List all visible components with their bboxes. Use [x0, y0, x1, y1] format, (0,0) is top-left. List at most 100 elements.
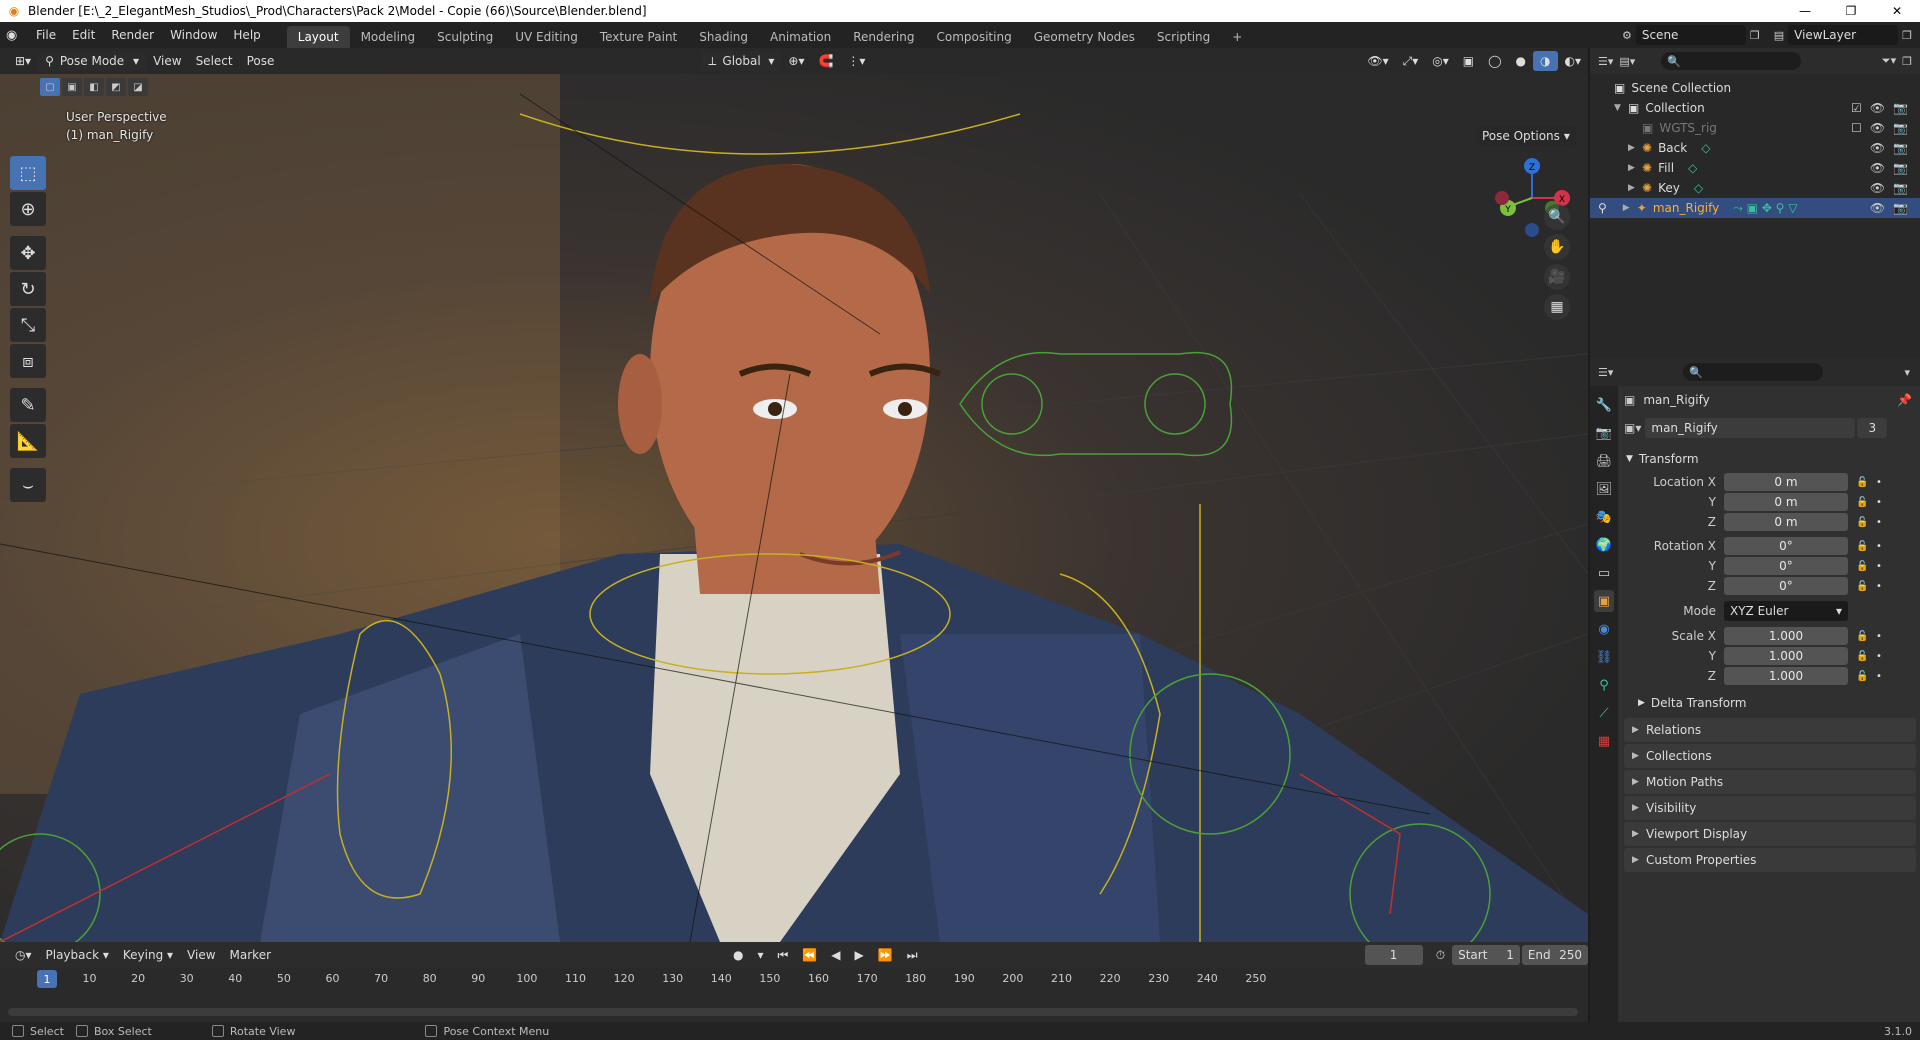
visibility-icon[interactable]: 👁▾ — [1360, 51, 1395, 71]
object-tab-icon[interactable]: ▣ — [1594, 590, 1614, 612]
timeline-view-menu[interactable]: View — [180, 945, 222, 965]
outliner-search-input[interactable]: 🔍 — [1661, 52, 1802, 70]
expand-arrow-icon[interactable]: ▶ — [1628, 143, 1642, 153]
camera-icon[interactable]: 📷 — [1893, 141, 1908, 155]
lock-icon[interactable]: 🔓 — [1856, 477, 1868, 488]
datablock-name-field[interactable]: man_Rigify — [1645, 418, 1856, 438]
lock-icon[interactable]: 🔓 — [1856, 497, 1868, 508]
expand-arrow-icon[interactable]: ▶ — [1623, 203, 1637, 213]
scale-z-field[interactable]: 1.000 — [1724, 667, 1848, 685]
measure-tool-icon[interactable]: 📐 — [10, 424, 46, 458]
outliner-row-scene-collection[interactable]: ▣ Scene Collection — [1590, 78, 1920, 98]
tab-uv-editing[interactable]: UV Editing — [504, 26, 589, 48]
tool-tab-icon[interactable]: 🔧 — [1594, 394, 1614, 416]
bone-tab-icon[interactable]: ⟋ — [1594, 702, 1614, 724]
tab-modeling[interactable]: Modeling — [350, 26, 427, 48]
scene-field[interactable]: Scene — [1635, 25, 1746, 45]
select-box-tool-icon[interactable]: ⬚ — [10, 156, 46, 190]
keyframe-dot-icon[interactable]: • — [1876, 541, 1882, 552]
keyframe-dot-icon[interactable]: • — [1876, 631, 1882, 642]
minimize-button[interactable]: — — [1782, 0, 1828, 22]
jump-end-icon[interactable]: ⏭ — [900, 945, 925, 965]
lock-icon[interactable]: 🔓 — [1856, 671, 1868, 682]
location-z-field[interactable]: 0 m — [1724, 513, 1848, 531]
checkbox-icon[interactable]: ☐ — [1851, 121, 1862, 135]
timeline-ruler[interactable]: 10 20 30 40 50 60 70 80 90 100 110 120 130 140 150 160 1… — [0, 970, 1588, 990]
scale-y-field[interactable]: 1.000 — [1724, 647, 1848, 665]
jump-keyframe-back-icon[interactable]: ⏪ — [795, 945, 824, 965]
outliner-row-fill[interactable]: ▶ ✺ Fill ◇ 👁 📷 — [1590, 158, 1920, 178]
blender-menu-icon[interactable]: ◉ — [6, 28, 28, 43]
play-icon[interactable]: ▶ — [848, 945, 871, 965]
material-shading-icon[interactable]: ◑ — [1533, 51, 1558, 71]
users-count[interactable]: 3 — [1857, 418, 1888, 438]
texture-tab-icon[interactable]: ▦ — [1594, 730, 1614, 752]
lock-icon[interactable]: 🔓 — [1856, 581, 1868, 592]
close-button[interactable]: ✕ — [1874, 0, 1920, 22]
menu-help[interactable]: Help — [225, 22, 268, 48]
relations-panel[interactable]: ▶ Relations — [1624, 718, 1916, 742]
new-view-layer-icon[interactable]: ❐ — [1902, 29, 1912, 42]
xray-icon[interactable]: ▣ — [1456, 51, 1481, 71]
orientation-selector[interactable]: ⟂ Global ▾ — [701, 51, 782, 71]
keyframe-dot-icon[interactable]: • — [1876, 671, 1882, 682]
expand-arrow-icon[interactable]: ▶ — [1628, 163, 1642, 173]
tab-animation[interactable]: Animation — [759, 26, 842, 48]
playback-menu[interactable]: Playback ▾ — [39, 945, 116, 965]
camera-icon[interactable]: 📷 — [1893, 121, 1908, 135]
location-y-field[interactable]: 0 m — [1724, 493, 1848, 511]
physics-tab-icon[interactable]: ◉ — [1594, 618, 1614, 640]
rotation-mode-dropdown[interactable]: XYZ Euler ▾ — [1724, 601, 1848, 621]
select-menu[interactable]: Select — [189, 51, 240, 71]
rotation-z-field[interactable]: 0° — [1724, 577, 1848, 595]
collection-tab-icon[interactable]: ▭ — [1594, 562, 1614, 584]
expand-arrow-icon[interactable]: ▶ — [1628, 183, 1642, 193]
render-tab-icon[interactable]: 📷 — [1594, 422, 1614, 444]
play-reverse-icon[interactable]: ◀ — [824, 945, 847, 965]
select-new-icon[interactable]: ▢ — [40, 78, 60, 96]
outliner-row-wgts-rig[interactable]: ▣ WGTS_rig ☐ 👁 📷 — [1590, 118, 1920, 138]
world-tab-icon[interactable]: 🌍 — [1594, 534, 1614, 556]
mode-selector[interactable]: ⚲ Pose Mode ▾ — [38, 51, 147, 71]
timeline-editor-icon[interactable]: ◷▾ — [8, 945, 39, 965]
start-frame-field[interactable]: Start 1 — [1452, 945, 1520, 965]
keyframe-dot-icon[interactable]: • — [1876, 517, 1882, 528]
jump-keyframe-forward-icon[interactable]: ⏩ — [871, 945, 900, 965]
scale-x-field[interactable]: 1.000 — [1724, 627, 1848, 645]
scale-tool-icon[interactable]: ⤡ — [10, 308, 46, 342]
bone-relax-tool-icon[interactable]: ⌣ — [10, 468, 46, 502]
keying-set-icon[interactable]: ▾ — [751, 945, 771, 965]
new-scene-icon[interactable]: ❐ — [1750, 29, 1760, 42]
outliner-editor-icon[interactable]: ☰▾ — [1598, 55, 1613, 68]
maximize-button[interactable]: ❐ — [1828, 0, 1874, 22]
editor-type-icon[interactable]: ⊞▾ — [8, 51, 38, 71]
menu-file[interactable]: File — [28, 22, 64, 48]
tab-sculpting[interactable]: Sculpting — [426, 26, 504, 48]
outliner-row-back[interactable]: ▶ ✺ Back ◇ 👁 📷 — [1590, 138, 1920, 158]
transform-tool-icon[interactable]: ⧈ — [10, 344, 46, 378]
rotation-x-field[interactable]: 0° — [1724, 537, 1848, 555]
eye-icon[interactable]: 👁 — [1870, 201, 1885, 215]
tab-shading[interactable]: Shading — [688, 26, 759, 48]
outliner-row-collection[interactable]: ▼ ▣ Collection ☑ 👁 📷 — [1590, 98, 1920, 118]
tab-rendering[interactable]: Rendering — [842, 26, 925, 48]
view-layer-tab-icon[interactable]: 🖼 — [1594, 478, 1614, 500]
new-collection-icon[interactable]: ❐ — [1902, 55, 1912, 68]
keyframe-dot-icon[interactable]: • — [1876, 497, 1882, 508]
overlay-toggle-icon[interactable]: ◎▾ — [1425, 51, 1456, 71]
current-frame-field[interactable]: 1 — [1364, 945, 1423, 965]
armature-data-tab-icon[interactable]: ⚲ — [1594, 674, 1614, 696]
wireframe-shading-icon[interactable]: ◯ — [1481, 51, 1508, 71]
record-icon[interactable]: ● — [726, 945, 750, 965]
eye-icon[interactable]: 👁 — [1870, 121, 1885, 135]
lock-icon[interactable]: 🔓 — [1856, 517, 1868, 528]
scene-tab-icon[interactable]: 🎭 — [1594, 506, 1614, 528]
outliner-row-key[interactable]: ▶ ✺ Key ◇ 👁 📷 — [1590, 178, 1920, 198]
lock-icon[interactable]: 🔓 — [1856, 631, 1868, 642]
solid-shading-icon[interactable]: ● — [1509, 51, 1533, 71]
select-intersect-icon[interactable]: ◪ — [128, 78, 148, 96]
properties-search-input[interactable]: 🔍 — [1683, 363, 1824, 381]
checkbox-icon[interactable]: ☑ — [1851, 101, 1862, 115]
menu-render[interactable]: Render — [103, 22, 162, 48]
delta-transform-subpanel[interactable]: ▶ Delta Transform — [1620, 690, 1920, 716]
